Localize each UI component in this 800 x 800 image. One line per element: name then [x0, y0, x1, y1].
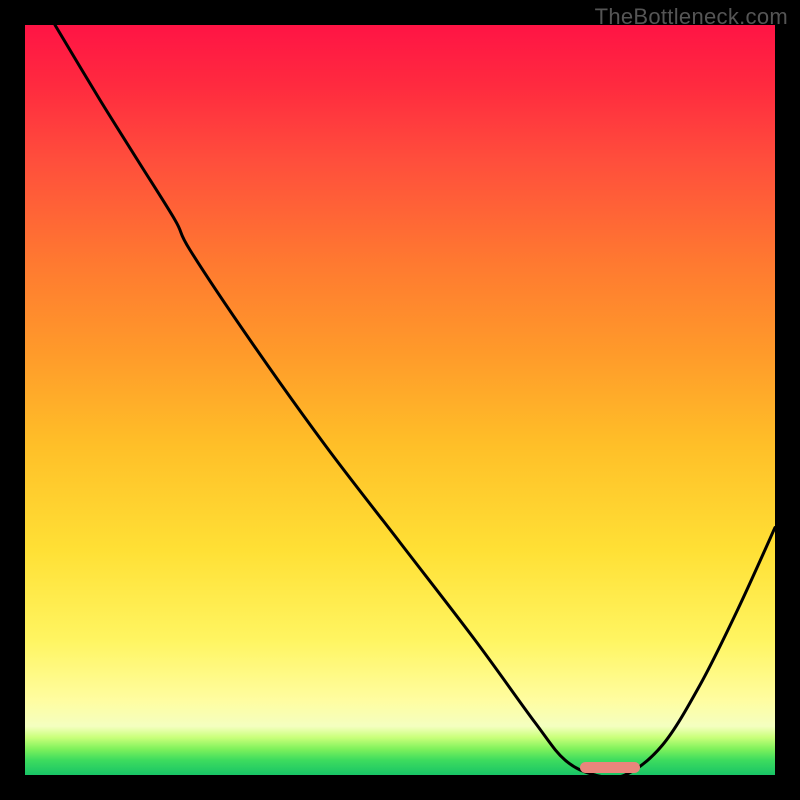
watermark-label: TheBottleneck.com: [595, 4, 788, 30]
curve-layer: [25, 25, 775, 775]
chart-frame: TheBottleneck.com: [0, 0, 800, 800]
bottleneck-curve: [55, 25, 775, 775]
plot-area: [25, 25, 775, 775]
optimal-range-marker: [580, 762, 640, 773]
